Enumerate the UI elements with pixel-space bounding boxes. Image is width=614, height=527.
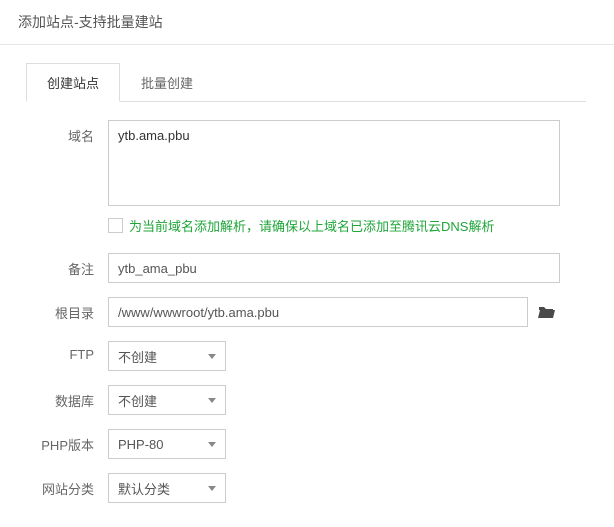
dns-hint-label[interactable]: 为当前域名添加解析，请确保以上域名已添加至腾讯云DNS解析 [129, 216, 494, 235]
label-remark: 备注 [26, 253, 108, 278]
label-db: 数据库 [26, 385, 108, 410]
db-select-value: 不创建 [118, 391, 157, 410]
remark-input[interactable] [108, 253, 560, 283]
root-input[interactable] [108, 297, 528, 327]
php-select-value: PHP-80 [118, 437, 164, 452]
label-root: 根目录 [26, 297, 108, 322]
dialog-title: 添加站点-支持批量建站 [0, 0, 614, 44]
ftp-select-value: 不创建 [118, 347, 157, 366]
chevron-down-icon [208, 398, 216, 403]
domain-textarea[interactable] [108, 120, 560, 206]
dns-checkbox[interactable] [108, 218, 123, 233]
php-select[interactable]: PHP-80 [108, 429, 226, 459]
chevron-down-icon [208, 354, 216, 359]
category-select-value: 默认分类 [118, 479, 170, 498]
chevron-down-icon [208, 442, 216, 447]
form: 域名 为当前域名添加解析，请确保以上域名已添加至腾讯云DNS解析 备注 根目录 … [0, 102, 614, 527]
label-ftp: FTP [26, 341, 108, 362]
divider [0, 44, 614, 45]
label-category: 网站分类 [26, 473, 108, 498]
category-select[interactable]: 默认分类 [108, 473, 226, 503]
chevron-down-icon [208, 486, 216, 491]
db-select[interactable]: 不创建 [108, 385, 226, 415]
label-domain: 域名 [26, 120, 108, 145]
tab-batch-create[interactable]: 批量创建 [120, 63, 214, 101]
tabs: 创建站点 批量创建 [26, 63, 586, 102]
tab-create-site[interactable]: 创建站点 [26, 63, 120, 102]
label-php: PHP版本 [26, 429, 108, 454]
ftp-select[interactable]: 不创建 [108, 341, 226, 371]
folder-icon[interactable] [538, 305, 556, 319]
